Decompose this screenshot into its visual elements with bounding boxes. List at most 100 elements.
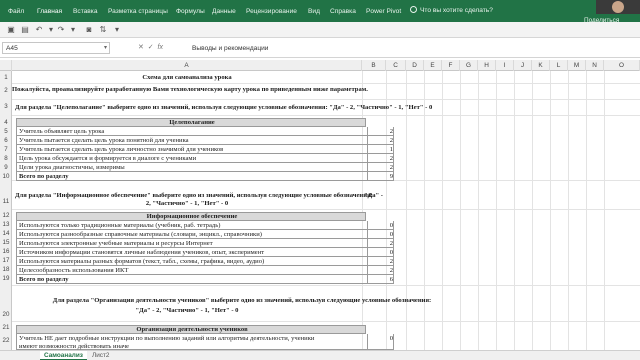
row-value[interactable]: 2 [369,127,393,136]
row-header[interactable]: 4 [0,119,12,126]
row-value[interactable]: 0 [369,230,393,239]
row-header[interactable]: 19 [0,275,12,282]
row-value[interactable]: 0 [369,221,393,230]
table-row[interactable]: Учитель объявляет цель урока 2 [16,127,394,136]
undo-icon[interactable]: ↶ [34,25,44,35]
tab-insert[interactable]: Вставка [73,8,98,15]
column-header-m[interactable]: M [568,60,586,71]
table-row[interactable]: Учитель пытается сделать цель урока личн… [16,145,394,154]
sheet-tab-bar: Самоанализ Лист2 [0,350,640,360]
row-label: Цель урока обсуждается и формируется в д… [19,155,197,162]
column-header-e[interactable]: E [424,60,442,71]
column-header-i[interactable]: I [496,60,514,71]
total-row[interactable]: Всего по разделу 9 [16,172,394,181]
sort-icon[interactable]: ⇅ [98,25,108,35]
row-value[interactable]: 1 [369,145,393,154]
quick-access-toolbar: ▣ ▤ ↶ ▾ ↷ ▾ ◙ ⇅ ▾ [0,22,640,38]
autosave-icon[interactable]: ▤ [20,25,30,35]
redo-icon[interactable]: ↷ [56,25,66,35]
row-value[interactable]: 2 [369,239,393,248]
table-row[interactable]: Используются материалы разных форматов (… [16,257,394,266]
select-all-corner[interactable] [0,60,12,71]
column-header-j[interactable]: J [514,60,532,71]
table-row[interactable]: Учитель НЕ дает подробные инструкции по … [16,334,394,350]
sheet-tab-1[interactable]: Самоанализ [40,351,87,360]
row-header[interactable]: 2 [0,87,12,94]
tab-formulas[interactable]: Формулы [176,8,205,15]
column-header-h[interactable]: H [478,60,496,71]
table-row[interactable]: Используются разнообразные справочные ма… [16,230,394,239]
tab-view[interactable]: Вид [308,8,320,15]
row-header[interactable]: 5 [0,128,12,135]
row-header[interactable]: 18 [0,266,12,273]
section-prompt-line2: 2, "Частично" - 1, "Нет" - 0 [145,200,229,207]
camera-icon[interactable]: ◙ [84,25,94,35]
row-value[interactable]: 0 [369,334,393,343]
row-header[interactable]: 17 [0,257,12,264]
row-header[interactable]: 16 [0,248,12,255]
sheet-tab-2[interactable]: Лист2 [92,351,109,360]
redo-dropdown-icon[interactable]: ▾ [68,25,78,35]
total-row[interactable]: Всего по разделу 6 [16,275,394,284]
column-header-a[interactable]: A [12,60,362,71]
column-header-o[interactable]: O [604,60,640,71]
column-header-l[interactable]: L [550,60,568,71]
row-value[interactable]: 2 [369,257,393,266]
fx-icon[interactable]: fx [158,44,163,51]
row-label: Учитель пытается сделать цель урока поня… [19,137,189,144]
row-header[interactable]: 15 [0,239,12,246]
column-header-k[interactable]: K [532,60,550,71]
tab-home[interactable]: Главная [37,8,62,15]
column-header-n[interactable]: N [586,60,604,71]
row-header[interactable]: 7 [0,146,12,153]
tell-me-search[interactable]: Что вы хотите сделать? [410,6,493,14]
cancel-icon[interactable]: ✕ [138,44,144,51]
row-header[interactable]: 1 [0,74,12,81]
row-value[interactable]: 0 [369,248,393,257]
row-label: Используются материалы разных форматов (… [19,258,265,265]
row-header[interactable]: 10 [0,173,12,180]
undo-dropdown-icon[interactable]: ▾ [46,25,56,35]
column-header-c[interactable]: C [386,60,406,71]
column-header-f[interactable]: F [442,60,460,71]
row-header[interactable]: 13 [0,221,12,228]
row-value[interactable]: 2 [369,136,393,145]
table-row[interactable]: Источником информации становятся личные … [16,248,394,257]
row-header[interactable]: 11 [0,198,12,205]
row-header[interactable]: 6 [0,137,12,144]
column-header-g[interactable]: G [460,60,478,71]
row-value[interactable]: 2 [369,266,393,275]
row-header[interactable]: 9 [0,164,12,171]
table-row[interactable]: Используются только традиционные материа… [16,221,394,230]
table-row[interactable]: Учитель пытается сделать цель урока поня… [16,136,394,145]
name-box[interactable]: A45 ▾ [2,42,110,54]
table-row[interactable]: Используются электронные учебные материа… [16,239,394,248]
save-icon[interactable]: ▣ [6,25,16,35]
row-header[interactable]: 14 [0,230,12,237]
tab-power-pivot[interactable]: Power Pivot [366,8,401,15]
row-header[interactable]: 21 [0,324,12,331]
table-row[interactable]: Цель урока обсуждается и формируется в д… [16,154,394,163]
table-row[interactable]: Цели урока диагностичны, измеримы 2 [16,163,394,172]
column-header-d[interactable]: D [406,60,424,71]
tab-page-layout[interactable]: Разметка страницы [108,8,168,15]
row-header[interactable]: 3 [0,103,12,110]
enter-icon[interactable]: ✓ [148,44,154,51]
table-row[interactable]: Целесообразность использования ИКТ 2 [16,266,394,275]
row-header[interactable]: 20 [0,311,12,318]
tab-data[interactable]: Данные [212,8,236,15]
total-value[interactable]: 9 [369,172,393,181]
tab-review[interactable]: Рецензирование [246,8,297,15]
column-header-b[interactable]: B [362,60,386,71]
total-value[interactable]: 6 [369,275,393,284]
row-header[interactable]: 8 [0,155,12,162]
row-header[interactable]: 12 [0,212,12,219]
tab-help[interactable]: Справка [330,8,356,15]
row-value[interactable]: 2 [369,163,393,172]
customize-qat-icon[interactable]: ▾ [112,25,122,35]
formula-input[interactable]: Выводы и рекомендации [192,45,268,52]
worksheet-grid[interactable]: Схема для самоанализа урока Пожалуйста, … [12,71,640,350]
row-value[interactable]: 2 [369,154,393,163]
tab-file[interactable]: Файл [8,8,24,15]
row-header[interactable]: 22 [0,337,12,344]
